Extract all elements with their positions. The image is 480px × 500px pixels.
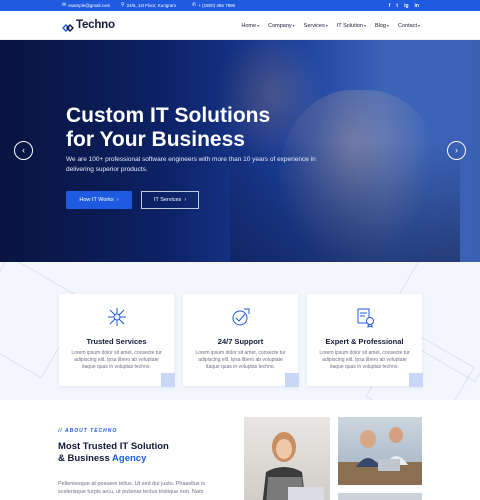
about-title-accent: Agency [112, 453, 147, 464]
card-title: Trusted Services [86, 337, 147, 346]
chevron-left-icon: ‹ [22, 145, 25, 155]
card-corner-accent [161, 373, 175, 387]
social-links: f t ig in [389, 0, 419, 11]
hero-description: We are 100+ professional software engine… [66, 156, 316, 173]
hero-title-line2: for Your Business [66, 128, 245, 151]
envelope-icon: ✉ [62, 2, 67, 8]
nav-services[interactable]: Services ▾ [304, 23, 328, 29]
facebook-icon[interactable]: f [389, 3, 391, 9]
nav-it-solution[interactable]: IT Solution ▾ [337, 23, 366, 29]
card-corner-accent [285, 373, 299, 387]
chevron-right-icon: › [116, 197, 119, 203]
button-label: IT Services [153, 197, 182, 203]
24-7-support-icon [183, 306, 298, 328]
slider-next-button[interactable]: › [447, 141, 466, 160]
expert-certificate-icon [307, 306, 422, 328]
about-title-line2: & Business Agency [58, 453, 169, 465]
nav-home[interactable]: Home ▾ [241, 23, 259, 29]
card-text: Lorem ipsum dolor sit amet, consecte tur… [71, 350, 162, 370]
about-title-line1: Most Trusted IT Solution [58, 441, 169, 452]
chevron-right-icon: › [184, 197, 187, 203]
feature-card-trusted-services[interactable]: Trusted Services Lorem ipsum dolor sit a… [59, 294, 175, 387]
topbar-email[interactable]: ✉ example@gmail.com [62, 0, 110, 11]
chevron-down-icon: ▾ [325, 23, 328, 28]
about-label: // ABOUT TECHNO [58, 428, 118, 434]
hero-title: Custom IT Solutions for Your Business [66, 104, 326, 152]
slider-prev-button[interactable]: ‹ [14, 141, 33, 160]
topbar-phone[interactable]: ✆ + (1800) 456 7890 [192, 0, 235, 11]
about-photo-team-meeting [338, 417, 422, 485]
nav-label: Services [303, 22, 325, 29]
card-title: Expert & Professional [325, 337, 404, 346]
linkedin-icon[interactable]: in [415, 3, 419, 9]
about-text: Pellentesque at posuere tellus. Ut sed d… [58, 481, 206, 495]
nav-contact[interactable]: Contact ▾ [398, 23, 420, 29]
card-title: 24/7 Support [217, 337, 264, 346]
about-photo-woman-laptop [244, 417, 330, 500]
address-text: 24/5, 1st Floor, Kurigram [126, 3, 176, 8]
network-hub-icon [59, 306, 174, 328]
about-photo-office [338, 493, 422, 500]
logo-icon [62, 20, 74, 32]
main-nav: Home ▾ Company ▾ Services ▾ IT Solution ▾ Bl… [241, 11, 420, 40]
phone-icon: ✆ [192, 2, 197, 8]
instagram-icon[interactable]: ig [404, 3, 408, 9]
site-logo[interactable]: Techno [62, 19, 115, 32]
chevron-down-icon: ▾ [363, 23, 366, 28]
nav-label: Blog [374, 22, 386, 29]
topbar-address: ⚲ 24/5, 1st Floor, Kurigram [121, 0, 176, 11]
chevron-down-icon: ▾ [292, 23, 295, 28]
card-text: Lorem ipsum dolor sit amet, consecte tur… [319, 350, 410, 370]
chevron-right-icon: › [455, 145, 458, 155]
twitter-icon[interactable]: t [396, 3, 398, 9]
how-it-works-button[interactable]: How IT Works › [66, 191, 132, 209]
nav-label: IT Solution [336, 22, 363, 29]
chevron-down-icon: ▾ [387, 23, 390, 28]
card-text: Lorem ipsum dolor sit amet, consecte tur… [195, 350, 286, 370]
card-corner-accent [409, 373, 423, 387]
nav-label: Contact [398, 22, 417, 29]
about-title-prefix: & Business [58, 453, 113, 464]
logo-text: Techno [76, 19, 115, 31]
it-services-button[interactable]: IT Services › [141, 191, 199, 209]
nav-blog[interactable]: Blog ▾ [375, 23, 389, 29]
site-header: Techno Home ▾ Company ▾ Services ▾ IT Solut… [0, 11, 480, 40]
feature-card-24-7-support[interactable]: 24/7 Support Lorem ipsum dolor sit amet,… [183, 294, 299, 387]
nav-label: Home [241, 22, 257, 29]
email-text: example@gmail.com [68, 3, 111, 8]
button-label: How IT Works [79, 197, 114, 203]
map-pin-icon: ⚲ [121, 2, 125, 8]
top-contact-bar: ✉ example@gmail.com ⚲ 24/5, 1st Floor, K… [0, 0, 480, 11]
about-title: Most Trusted IT Solution & Business Agen… [58, 441, 169, 465]
nav-company[interactable]: Company ▾ [268, 23, 295, 29]
nav-label: Company [268, 22, 292, 29]
chevron-down-icon: ▾ [257, 23, 260, 28]
phone-text: + (1800) 456 7890 [198, 3, 236, 8]
hero-title-line1: Custom IT Solutions [66, 104, 271, 127]
chevron-down-icon: ▾ [417, 23, 420, 28]
feature-card-expert-professional[interactable]: Expert & Professional Lorem ipsum dolor … [307, 294, 423, 387]
